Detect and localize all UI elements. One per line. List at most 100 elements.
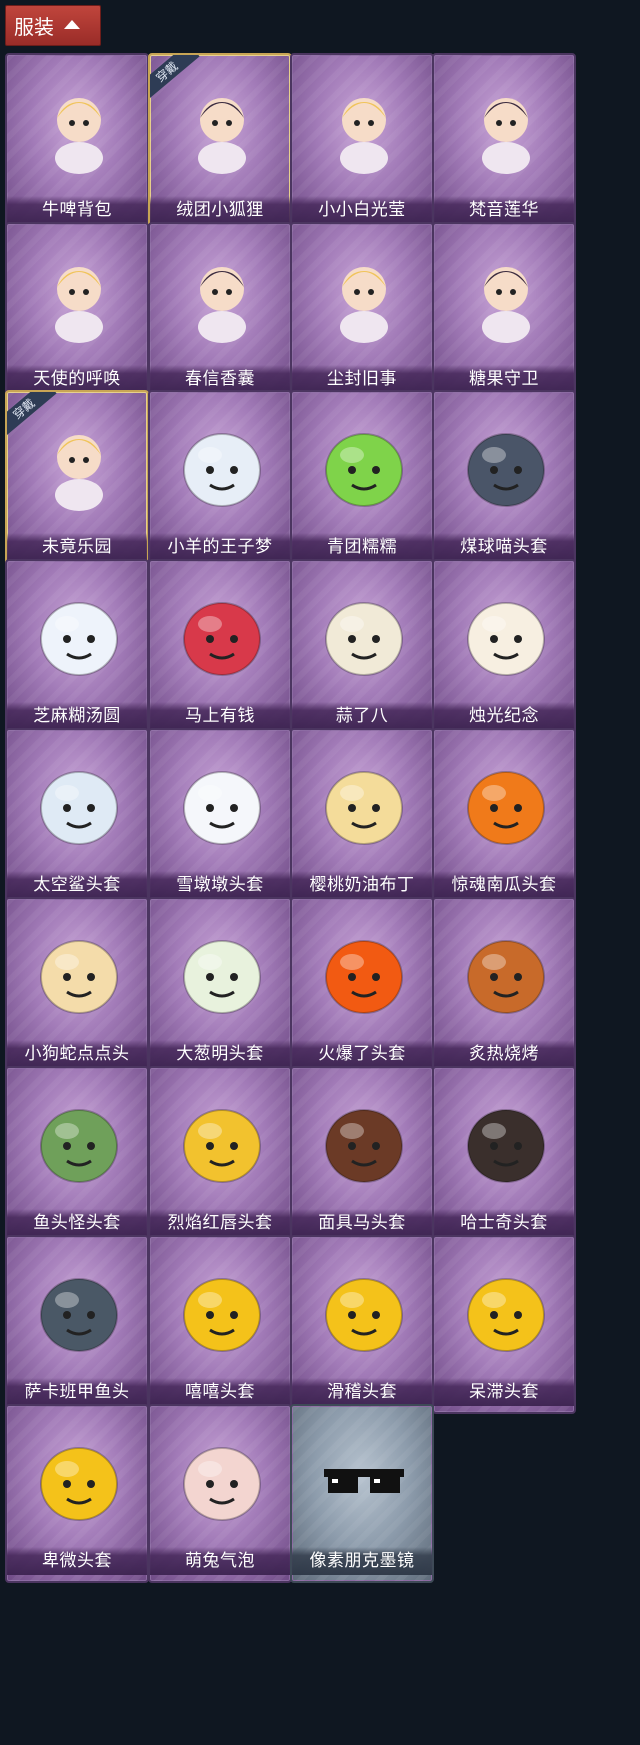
outfit-name: 小羊的王子梦 bbox=[150, 533, 290, 561]
outfit-card[interactable]: 青团糯糯 bbox=[290, 390, 434, 569]
outfit-name: 像素朋克墨镜 bbox=[292, 1547, 432, 1575]
outfit-name: 绒团小狐狸 bbox=[150, 196, 290, 224]
jack-o-lantern-icon bbox=[456, 748, 556, 858]
outfit-card[interactable]: 火爆了头套 bbox=[290, 897, 434, 1076]
outfit-card[interactable]: 卑微头套 bbox=[5, 1404, 149, 1583]
outfit-card[interactable]: 牛啤背包 bbox=[5, 53, 149, 232]
green-mochi-icon bbox=[314, 410, 414, 520]
outfit-card[interactable]: 穿戴 未竟乐园 bbox=[5, 390, 149, 569]
outfit-name: 炙热烧烤 bbox=[434, 1040, 574, 1068]
black-cat-icon bbox=[456, 410, 556, 520]
outfit-card[interactable]: 炙热烧烤 bbox=[432, 897, 576, 1076]
fire-icon bbox=[314, 917, 414, 1027]
dazed-emoji-icon bbox=[456, 1255, 556, 1365]
outfit-name: 烈焰红唇头套 bbox=[150, 1209, 290, 1237]
bbq-icon bbox=[456, 917, 556, 1027]
outfit-name: 小小白光莹 bbox=[292, 196, 432, 224]
doll-gold-crown-icon bbox=[314, 73, 414, 183]
outfit-card[interactable]: 天使的呼唤 bbox=[5, 222, 149, 401]
jester-doll-icon bbox=[29, 410, 129, 520]
sheep-crown-icon bbox=[172, 410, 272, 520]
pikachu-lips-icon bbox=[172, 1086, 272, 1196]
outfit-card[interactable]: 烛光纪念 bbox=[432, 559, 576, 738]
outfit-card[interactable]: 大葱明头套 bbox=[148, 897, 292, 1076]
outfit-card[interactable]: 芝麻糊汤圆 bbox=[5, 559, 149, 738]
lotus-doll-icon bbox=[456, 73, 556, 183]
snowman-icon bbox=[172, 748, 272, 858]
outfit-name: 蒜了八 bbox=[292, 702, 432, 730]
husky-icon bbox=[456, 1086, 556, 1196]
outfit-name: 鱼头怪头套 bbox=[7, 1209, 147, 1237]
outfit-card[interactable]: 尘封旧事 bbox=[290, 222, 434, 401]
outfit-card[interactable]: 小狗蛇点点头 bbox=[5, 897, 149, 1076]
outfit-name: 火爆了头套 bbox=[292, 1040, 432, 1068]
outfit-name: 马上有钱 bbox=[150, 702, 290, 730]
garlic-icon bbox=[314, 579, 414, 689]
outfit-card[interactable]: 梵音莲华 bbox=[432, 53, 576, 232]
outfit-name: 小狗蛇点点头 bbox=[7, 1040, 147, 1068]
outfit-card[interactable]: 哈士奇头套 bbox=[432, 1066, 576, 1245]
outfit-name: 樱桃奶油布丁 bbox=[292, 871, 432, 899]
outfit-card[interactable]: 萨卡班甲鱼头 bbox=[5, 1235, 149, 1414]
outfit-grid: 牛啤背包 穿戴 绒团小狐狸 小小白光莹 梵音莲华天使的呼唤 春信香囊 尘封旧事 糖果守卫穿戴未… bbox=[0, 0, 640, 1745]
outfit-card[interactable]: 太空鲨头套 bbox=[5, 728, 149, 907]
outfit-card[interactable]: 樱桃奶油布丁 bbox=[290, 728, 434, 907]
pumpkin-guard-icon bbox=[456, 242, 556, 352]
outfit-card[interactable]: 穿戴 绒团小狐狸 bbox=[148, 53, 292, 232]
outfit-card[interactable]: 萌兔气泡 bbox=[148, 1404, 292, 1583]
sacabambaspis-icon bbox=[29, 1255, 129, 1365]
outfit-name: 煤球喵头套 bbox=[434, 533, 574, 561]
outfit-card[interactable]: 滑稽头套 bbox=[290, 1235, 434, 1414]
outfit-card[interactable]: 鱼头怪头套 bbox=[5, 1066, 149, 1245]
outfit-card[interactable]: 烈焰红唇头套 bbox=[148, 1066, 292, 1245]
space-shark-icon bbox=[29, 748, 129, 858]
outfit-card[interactable]: 马上有钱 bbox=[148, 559, 292, 738]
fish-head-icon bbox=[29, 1086, 129, 1196]
outfit-name: 萨卡班甲鱼头 bbox=[7, 1378, 147, 1406]
outfit-card[interactable]: 小羊的王子梦 bbox=[148, 390, 292, 569]
outfit-name: 雪墩墩头套 bbox=[150, 871, 290, 899]
bunny-bubble-icon bbox=[172, 1424, 272, 1534]
prince-doll-icon bbox=[314, 242, 414, 352]
outfit-name: 天使的呼唤 bbox=[7, 365, 147, 393]
pudding-icon bbox=[314, 748, 414, 858]
outfit-card[interactable]: 春信香囊 bbox=[148, 222, 292, 401]
grin-emoji-icon bbox=[172, 1255, 272, 1365]
outfit-card[interactable]: 小小白光莹 bbox=[290, 53, 434, 232]
tangyuan-icon bbox=[29, 579, 129, 689]
outfit-name: 萌兔气泡 bbox=[150, 1547, 290, 1575]
outfit-name: 糖果守卫 bbox=[434, 365, 574, 393]
outfit-card[interactable]: 面具马头套 bbox=[290, 1066, 434, 1245]
outfit-card[interactable]: 呆滞头套 bbox=[432, 1235, 576, 1414]
outfit-name: 呆滞头套 bbox=[434, 1378, 574, 1406]
outfit-name: 哈士奇头套 bbox=[434, 1209, 574, 1237]
outfit-name: 牛啤背包 bbox=[7, 196, 147, 224]
outfit-card[interactable]: 像素朋克墨镜 bbox=[290, 1404, 434, 1583]
outfit-name: 滑稽头套 bbox=[292, 1378, 432, 1406]
angel-doll-icon bbox=[29, 242, 129, 352]
horse-mask-icon bbox=[314, 1086, 414, 1196]
outfit-card[interactable]: 嘻嘻头套 bbox=[148, 1235, 292, 1414]
outfit-name: 尘封旧事 bbox=[292, 365, 432, 393]
outfit-name: 惊魂南瓜头套 bbox=[434, 871, 574, 899]
outfit-name: 春信香囊 bbox=[150, 365, 290, 393]
humble-emoji-icon bbox=[29, 1424, 129, 1534]
outfit-name: 梵音莲华 bbox=[434, 196, 574, 224]
outfit-name: 未竟乐园 bbox=[7, 533, 147, 561]
pixel-sunglasses-icon bbox=[314, 1424, 414, 1534]
outfit-name: 面具马头套 bbox=[292, 1209, 432, 1237]
funny-emoji-icon bbox=[314, 1255, 414, 1365]
candle-icon bbox=[456, 579, 556, 689]
outfit-name: 大葱明头套 bbox=[150, 1040, 290, 1068]
red-horse-icon bbox=[172, 579, 272, 689]
outfit-name: 卑微头套 bbox=[7, 1547, 147, 1575]
cow-backpack-icon bbox=[29, 73, 129, 183]
outfit-card[interactable]: 煤球喵头套 bbox=[432, 390, 576, 569]
outfit-card[interactable]: 蒜了八 bbox=[290, 559, 434, 738]
outfit-name: 太空鲨头套 bbox=[7, 871, 147, 899]
outfit-card[interactable]: 惊魂南瓜头套 bbox=[432, 728, 576, 907]
outfit-card[interactable]: 雪墩墩头套 bbox=[148, 728, 292, 907]
outfit-name: 芝麻糊汤圆 bbox=[7, 702, 147, 730]
scallion-icon bbox=[172, 917, 272, 1027]
outfit-card[interactable]: 糖果守卫 bbox=[432, 222, 576, 401]
